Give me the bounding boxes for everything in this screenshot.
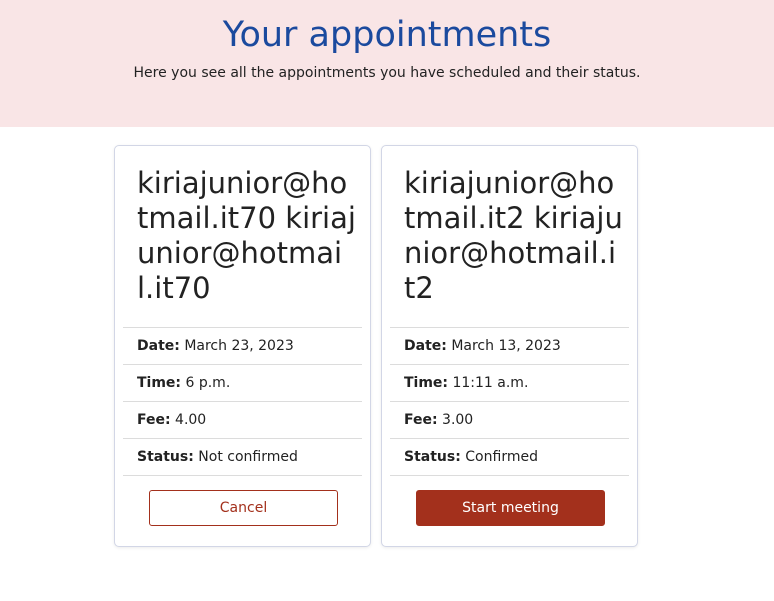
status-value: Not confirmed <box>198 449 298 465</box>
fee-value: 3.00 <box>442 412 474 428</box>
appointment-details: Date: March 23, 2023 Time: 6 p.m. Fee: 4… <box>123 327 362 476</box>
status-row: Status: Confirmed <box>390 438 629 476</box>
date-value: March 23, 2023 <box>184 338 294 354</box>
status-value: Confirmed <box>465 449 538 465</box>
date-label: Date: <box>404 338 447 354</box>
fee-value: 4.00 <box>175 412 207 428</box>
time-label: Time: <box>404 375 449 391</box>
page-header: Your appointments Here you see all the a… <box>0 0 774 127</box>
time-value: 11:11 a.m. <box>452 375 529 391</box>
date-row: Date: March 13, 2023 <box>390 327 629 364</box>
status-label: Status: <box>137 449 194 465</box>
appointment-title: kiriajunior@hotmail.it70 kiriajunior@hot… <box>137 166 356 305</box>
fee-row: Fee: 4.00 <box>123 401 362 438</box>
status-label: Status: <box>404 449 461 465</box>
time-row: Time: 11:11 a.m. <box>390 364 629 401</box>
date-label: Date: <box>137 338 180 354</box>
page-title: Your appointments <box>222 15 552 55</box>
fee-label: Fee: <box>404 412 438 428</box>
time-label: Time: <box>137 375 182 391</box>
fee-label: Fee: <box>137 412 171 428</box>
cancel-button[interactable]: Cancel <box>149 490 338 526</box>
appointment-card: kiriajunior@hotmail.it2 kiriajunior@hotm… <box>381 145 638 547</box>
status-row: Status: Not confirmed <box>123 438 362 476</box>
appointment-card: kiriajunior@hotmail.it70 kiriajunior@hot… <box>114 145 371 547</box>
date-value: March 13, 2023 <box>451 338 561 354</box>
appointment-title: kiriajunior@hotmail.it2 kiriajunior@hotm… <box>404 166 623 305</box>
time-row: Time: 6 p.m. <box>123 364 362 401</box>
page-subtitle: Here you see all the appointments you ha… <box>133 65 641 81</box>
fee-row: Fee: 3.00 <box>390 401 629 438</box>
appointment-details: Date: March 13, 2023 Time: 11:11 a.m. Fe… <box>390 327 629 476</box>
date-row: Date: March 23, 2023 <box>123 327 362 364</box>
start-meeting-button[interactable]: Start meeting <box>416 490 605 526</box>
time-value: 6 p.m. <box>185 375 231 391</box>
